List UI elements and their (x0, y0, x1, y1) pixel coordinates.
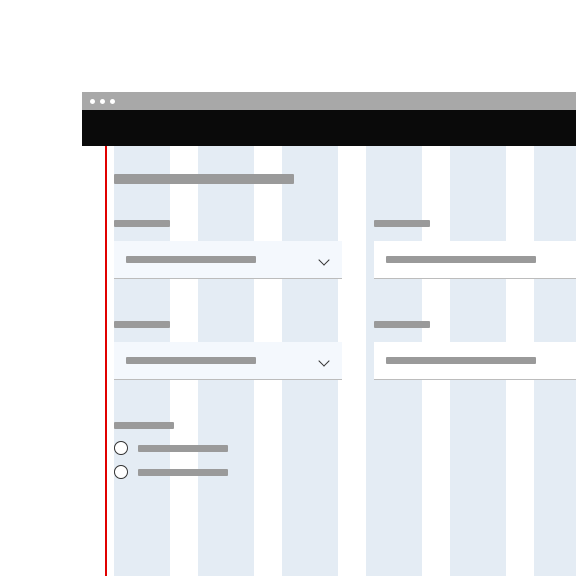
radio-icon (114, 441, 128, 455)
text-input[interactable] (374, 342, 576, 380)
margin-guide-line (105, 146, 107, 576)
radio-group (114, 422, 576, 479)
select-input[interactable] (114, 342, 342, 380)
select-value (126, 357, 256, 364)
text-value (386, 256, 536, 263)
radio-icon (114, 465, 128, 479)
field-label (114, 321, 170, 328)
radio-option[interactable] (114, 441, 576, 455)
window-titlebar (82, 92, 576, 110)
form-title (114, 174, 294, 184)
content-area (82, 146, 576, 576)
field-label (114, 220, 170, 227)
form (114, 174, 576, 489)
text-field (374, 220, 576, 279)
select-value (126, 256, 256, 263)
form-row (114, 321, 576, 380)
field-label (374, 220, 430, 227)
text-input[interactable] (374, 241, 576, 279)
select-field (114, 321, 342, 380)
radio-label (138, 469, 228, 476)
chevron-down-icon (318, 355, 330, 367)
select-input[interactable] (114, 241, 342, 279)
radio-option[interactable] (114, 465, 576, 479)
text-field (374, 321, 576, 380)
form-row (114, 220, 576, 279)
radio-legend (114, 422, 174, 429)
minimize-icon[interactable] (100, 99, 105, 104)
browser-window (82, 92, 576, 576)
select-field (114, 220, 342, 279)
maximize-icon[interactable] (110, 99, 115, 104)
radio-label (138, 445, 228, 452)
close-icon[interactable] (90, 99, 95, 104)
app-header-bar (82, 110, 576, 146)
text-value (386, 357, 536, 364)
field-label (374, 321, 430, 328)
chevron-down-icon (318, 254, 330, 266)
